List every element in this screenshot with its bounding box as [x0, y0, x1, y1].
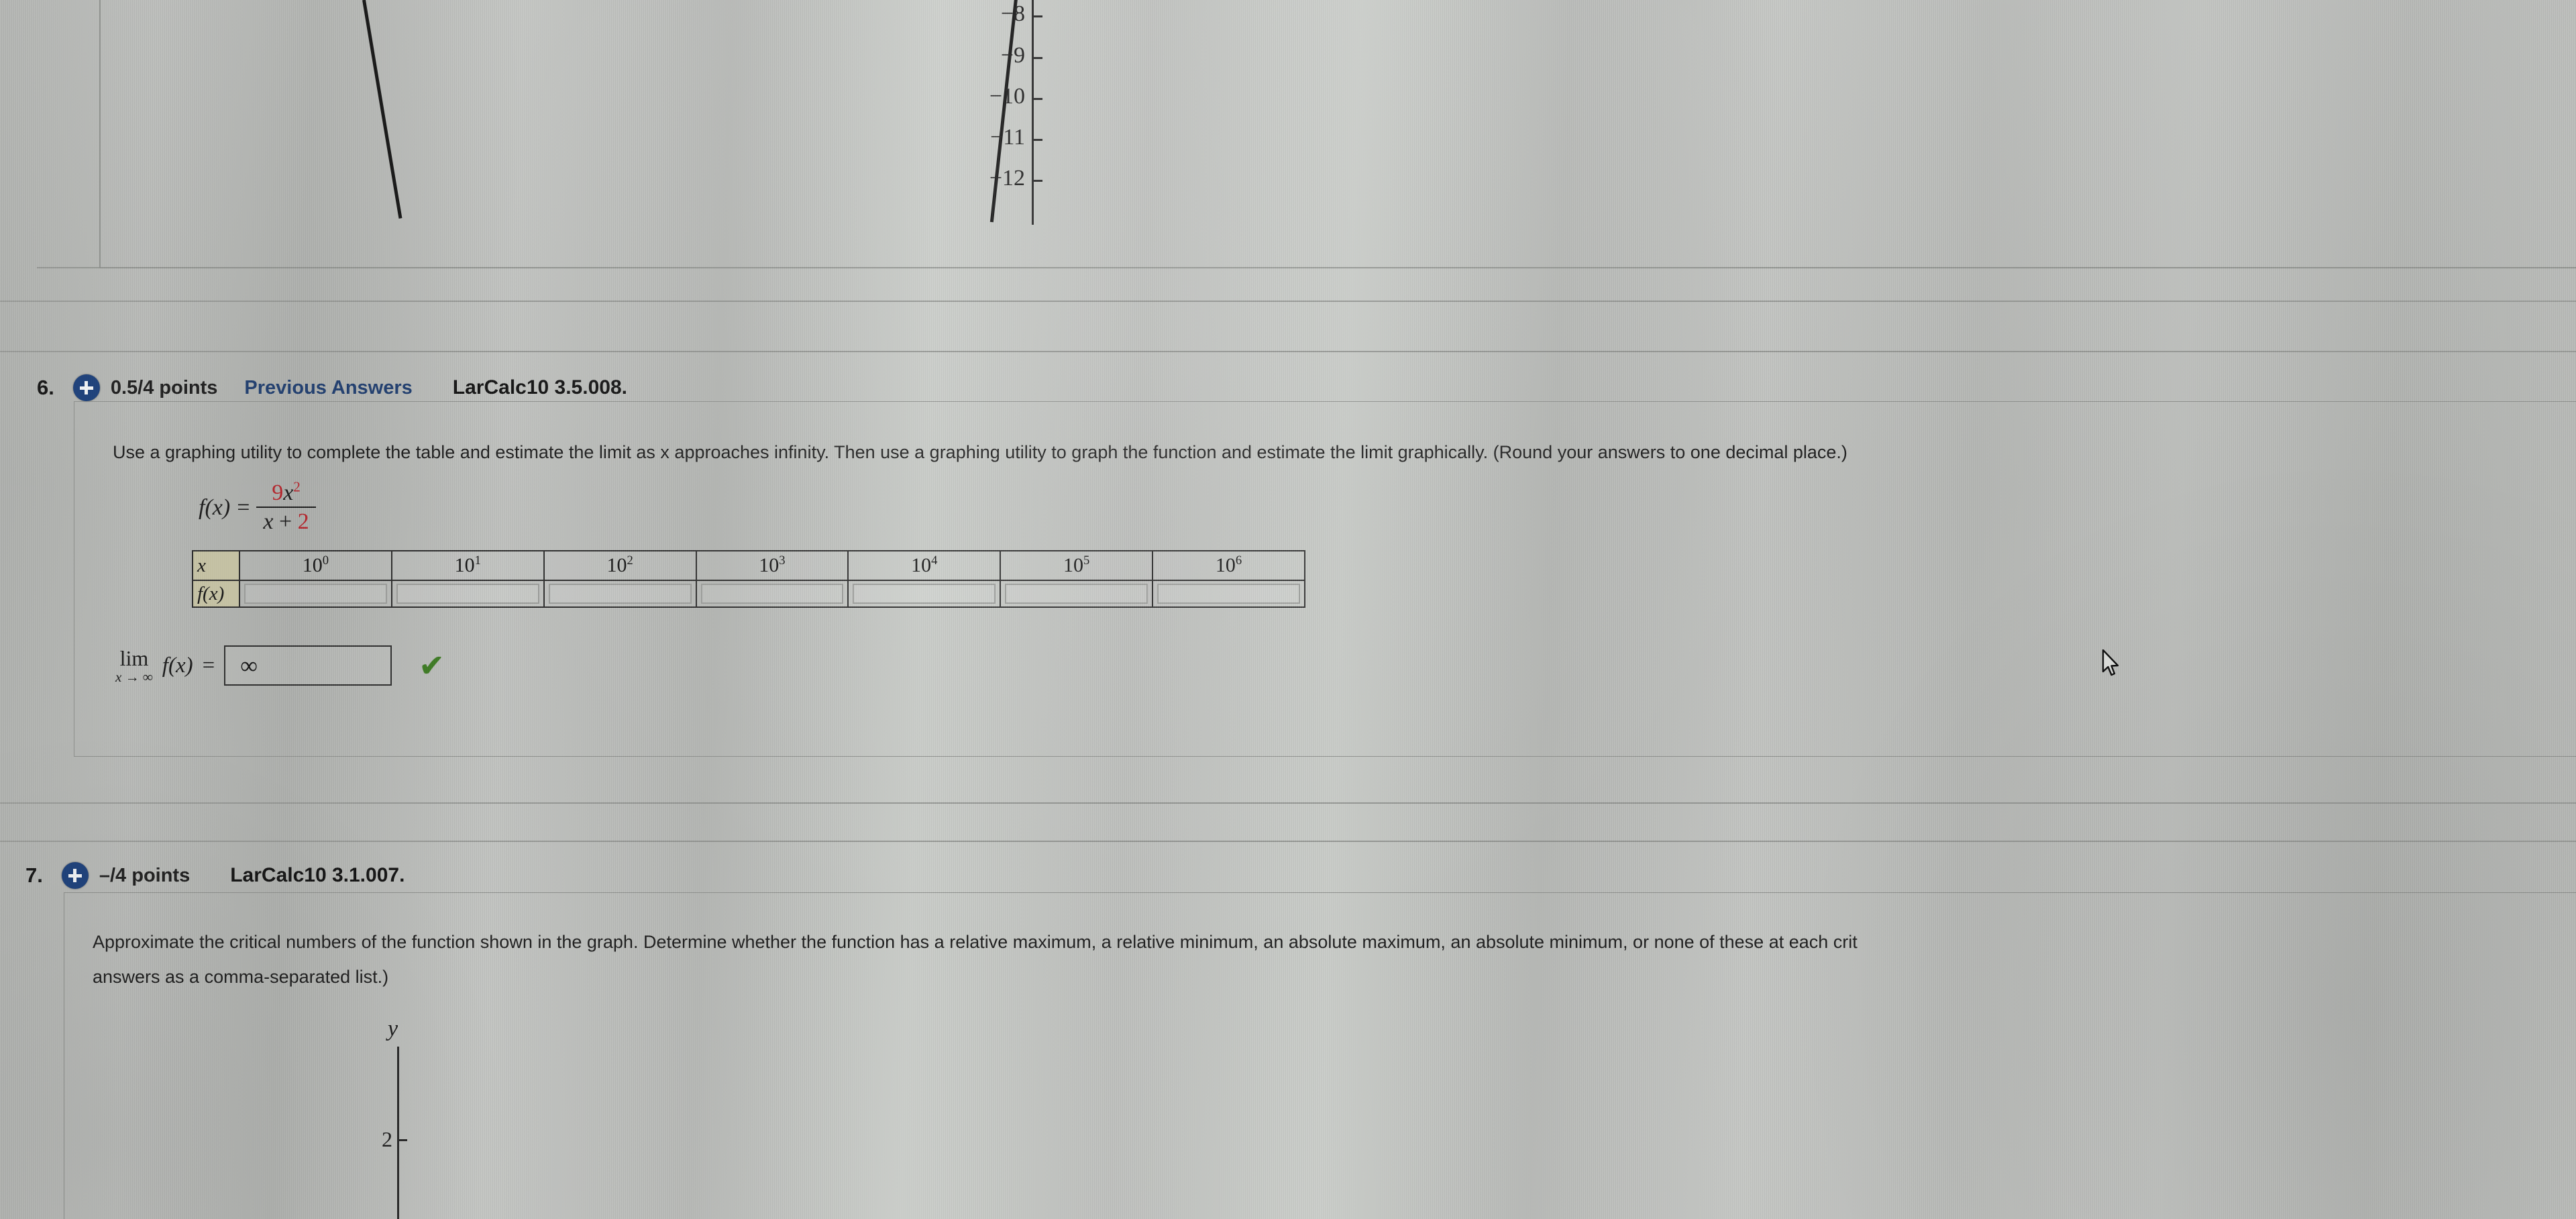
values-table: x 100 101 102 103 104 105 106 f(x): [192, 550, 1305, 608]
y-tick-label: −9: [1000, 43, 1025, 68]
fx-input-5[interactable]: [1005, 584, 1148, 604]
y-tick-label: 2: [382, 1127, 392, 1151]
section-divider: [0, 841, 2576, 842]
x-value-cell: 104: [847, 550, 1002, 581]
points-label: –/4 points: [99, 864, 191, 886]
denominator-constant: 2: [297, 509, 309, 534]
question-code: LarCalc10 3.5.008.: [452, 376, 627, 399]
denominator-operator: +: [278, 509, 292, 534]
fx-input-cell[interactable]: [695, 580, 849, 608]
table-row-fx: f(x): [192, 580, 1305, 608]
y-tick-mark: [1032, 98, 1042, 100]
fraction: 9x2 x + 2: [256, 480, 316, 535]
limit-function: f(x): [162, 653, 193, 678]
y-tick-mark: [397, 1139, 407, 1141]
question-7-header: 7. –/4 points LarCalc10 3.1.007.: [25, 862, 405, 889]
x-value-cell: 105: [1000, 550, 1154, 581]
function-definition: f(x) = 9x2 x + 2: [199, 480, 316, 535]
y-axis: [397, 1047, 399, 1219]
limit-operator: lim x → ∞: [115, 647, 153, 684]
expand-plus-icon[interactable]: [61, 862, 89, 889]
monitor-screen: −8 −9 −10 −11 −12 6. 0.5/4 points Previo…: [0, 0, 2576, 1219]
row-label-fx: f(x): [192, 580, 240, 608]
question-6-prompt: Use a graphing utility to complete the t…: [113, 442, 1847, 462]
question-code: LarCalc10 3.1.007.: [230, 864, 405, 886]
limit-answer-input[interactable]: ∞: [224, 645, 392, 686]
y-tick-label: −8: [1000, 1, 1025, 26]
numerator-exponent: 2: [293, 478, 301, 495]
previous-question-graph-panel: −8 −9 −10 −11 −12: [0, 0, 2576, 275]
limit-subscript: x → ∞: [115, 668, 153, 685]
y-tick-label: −12: [989, 166, 1025, 191]
y-tick-label: −10: [989, 84, 1025, 109]
limit-lim-text: lim: [119, 645, 149, 670]
x-value-cell: 102: [543, 550, 697, 581]
y-tick-mark: [1032, 180, 1042, 182]
x-value-cell: 103: [695, 550, 849, 581]
fx-input-cell[interactable]: [1000, 580, 1154, 608]
fx-input-3[interactable]: [700, 584, 844, 604]
fraction-denominator: x + 2: [256, 507, 316, 535]
limit-equals: =: [202, 653, 215, 678]
fx-input-4[interactable]: [853, 584, 996, 604]
critical-numbers-graph: y 2: [362, 1016, 966, 1219]
limit-answer-row: lim x → ∞ f(x) = ∞ ✔: [115, 645, 445, 686]
numerator-variable: x: [283, 480, 294, 505]
fx-input-cell[interactable]: [543, 580, 697, 608]
panel-left-edge: [99, 0, 101, 268]
expand-plus-icon[interactable]: [72, 374, 100, 401]
curve-left-branch: [362, 0, 402, 219]
previous-answers-link[interactable]: Previous Answers: [244, 377, 412, 399]
fx-input-cell[interactable]: [239, 580, 392, 608]
y-tick-label: −11: [990, 125, 1025, 150]
row-label-x: x: [192, 550, 240, 581]
limit-graph-top: −8 −9 −10 −11 −12: [282, 0, 1042, 228]
fx-input-1[interactable]: [396, 584, 539, 604]
check-icon: ✔: [419, 648, 445, 683]
x-value-cell: 100: [239, 550, 392, 581]
numerator-coefficient: 9: [272, 480, 284, 505]
section-divider: [0, 301, 2576, 302]
question-6-header: 6. 0.5/4 points Previous Answers LarCalc…: [37, 374, 627, 401]
mouse-pointer-icon: [2102, 649, 2122, 679]
y-tick-mark: [1032, 57, 1042, 59]
question-number: 7.: [25, 863, 43, 887]
fraction-numerator: 9x2: [256, 480, 315, 507]
fx-input-cell[interactable]: [847, 580, 1002, 608]
fx-input-6[interactable]: [1157, 584, 1300, 604]
y-tick-mark: [1032, 15, 1042, 17]
table-row-x: x 100 101 102 103 104 105 106: [192, 550, 1305, 581]
fx-input-0[interactable]: [244, 584, 387, 604]
panel-bottom-edge: [37, 267, 2576, 268]
y-axis-label: y: [388, 1016, 398, 1041]
x-value-cell: 106: [1152, 550, 1305, 581]
question-7-prompt-line1: Approximate the critical numbers of the …: [93, 932, 1858, 952]
y-axis: [1032, 0, 1034, 225]
question-7-prompt-line2: answers as a comma-separated list.): [93, 967, 389, 987]
question-number: 6.: [37, 376, 54, 399]
fx-input-2[interactable]: [548, 584, 692, 604]
equals-sign: =: [237, 494, 250, 520]
section-divider: [0, 802, 2576, 804]
fx-input-cell[interactable]: [390, 580, 545, 608]
x-value-cell: 101: [390, 550, 545, 581]
denominator-variable: x: [263, 509, 274, 534]
fx-input-cell[interactable]: [1152, 580, 1305, 608]
section-divider: [0, 351, 2576, 352]
function-lhs: f(x): [199, 494, 231, 520]
points-label: 0.5/4 points: [110, 376, 218, 399]
y-tick-mark: [1032, 139, 1042, 141]
